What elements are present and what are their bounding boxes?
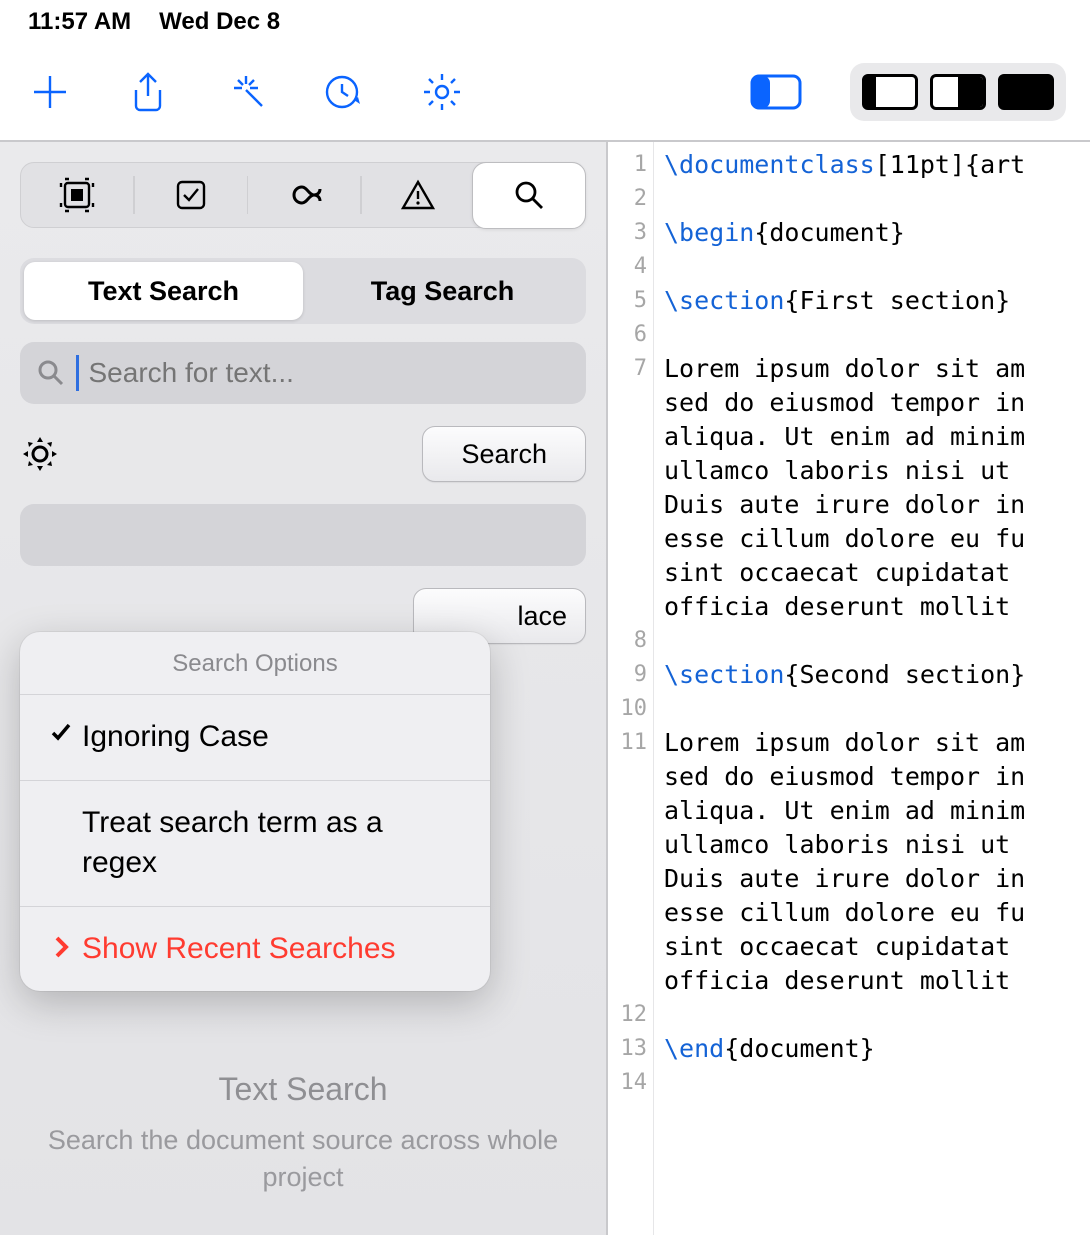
chevron-right-icon (44, 929, 78, 959)
search-button-label: Search (461, 439, 547, 470)
share-icon[interactable] (122, 66, 174, 118)
code-editor[interactable]: 1234567891011121314 \documentclass[11pt]… (608, 142, 1090, 1235)
search-input-field[interactable] (20, 342, 586, 404)
option-ignoring-case[interactable]: Ignoring Case (20, 695, 490, 781)
search-mode-tabs[interactable]: Text Search Tag Search (20, 258, 586, 324)
top-toolbar (0, 44, 1090, 140)
layout-segmented-control[interactable] (850, 63, 1066, 121)
replace-input-field[interactable] (20, 504, 586, 566)
layout-editor-only[interactable] (862, 74, 918, 110)
option-recent-searches[interactable]: Show Recent Searches (20, 907, 490, 992)
checkmark-icon (44, 717, 78, 743)
search-panel: Text Search Tag Search Search Replacelac… (0, 142, 608, 1235)
tab-text-search-label: Text Search (88, 276, 239, 307)
search-icon (36, 358, 66, 388)
layout-preview-only[interactable] (998, 74, 1054, 110)
tab-tag-search-label: Tag Search (371, 276, 515, 307)
empty-subtitle: Search the document source across whole … (40, 1122, 566, 1195)
layout-split[interactable] (930, 74, 986, 110)
search-button[interactable]: Search (422, 426, 586, 482)
search-options-button[interactable] (20, 434, 60, 474)
status-date: Wed Dec 8 (159, 8, 280, 36)
nav-infinity[interactable] (248, 163, 360, 227)
clock-forward-icon[interactable] (318, 66, 370, 118)
plus-icon[interactable] (24, 66, 76, 118)
option-regex[interactable]: Treat search term as a regex (20, 781, 490, 907)
empty-state: Text Search Search the document source a… (0, 1071, 606, 1195)
option-ignoring-case-label: Ignoring Case (82, 717, 466, 758)
status-bar: 11:57 AM Wed Dec 8 (0, 0, 1090, 44)
nav-warnings[interactable] (362, 163, 474, 227)
navigator-segmented-control[interactable] (20, 162, 586, 228)
popover-title: Search Options (20, 632, 490, 695)
option-recent-label: Show Recent Searches (82, 929, 466, 970)
nav-search[interactable] (472, 162, 586, 229)
search-input[interactable] (89, 357, 571, 389)
code-content[interactable]: \documentclass[11pt]{art \begin{document… (654, 142, 1090, 1235)
empty-title: Text Search (40, 1071, 566, 1108)
sidebar-toggle-icon[interactable] (748, 70, 804, 114)
line-gutter: 1234567891011121314 (608, 142, 654, 1235)
tab-tag-search[interactable]: Tag Search (303, 262, 582, 320)
gear-icon[interactable] (416, 66, 468, 118)
wand-icon[interactable] (220, 66, 272, 118)
search-options-popover: Search Options Ignoring Case Treat searc… (20, 632, 490, 991)
nav-checklist[interactable] (135, 163, 247, 227)
status-time: 11:57 AM (28, 8, 131, 36)
nav-outline[interactable] (21, 163, 133, 227)
option-regex-label: Treat search term as a regex (82, 803, 466, 884)
text-cursor (76, 355, 79, 391)
tab-text-search[interactable]: Text Search (24, 262, 303, 320)
